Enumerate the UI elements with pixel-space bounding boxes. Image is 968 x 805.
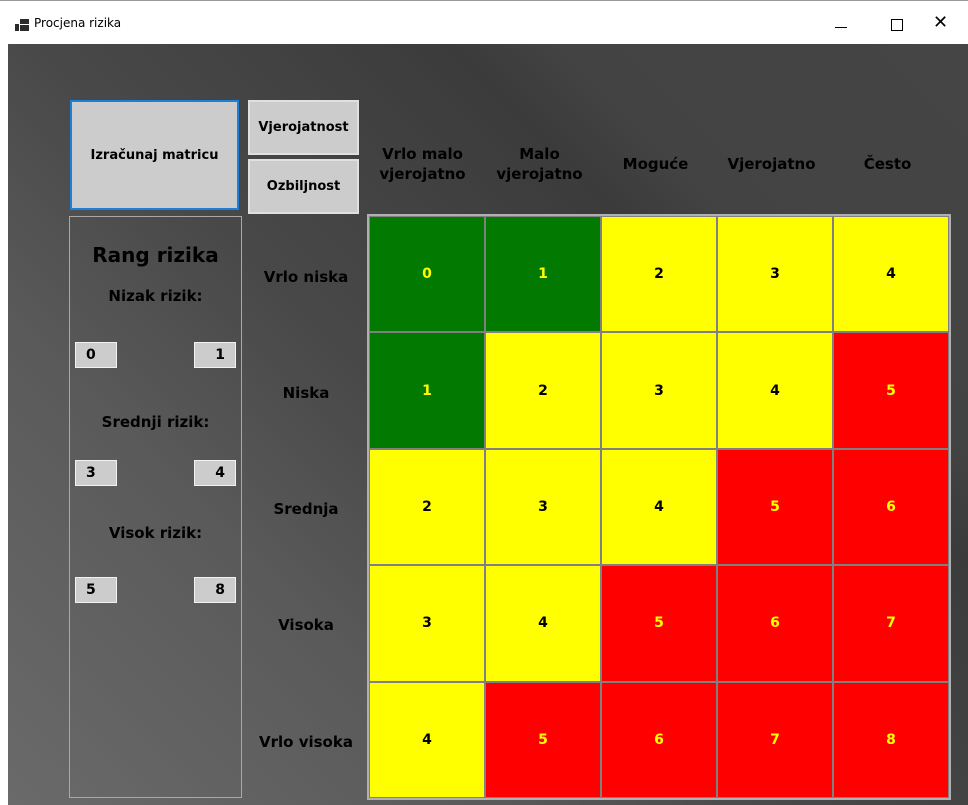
low-risk-label: Nizak rizik: [108,287,203,305]
row-header-high: Visoka [278,615,334,634]
column-header-often: Često [863,155,912,173]
matrix-cell[interactable]: 7 [717,681,833,798]
column-header-possible: Moguće [622,155,689,173]
matrix-cell[interactable]: 4 [601,448,717,566]
medium-risk-max-box[interactable]: 4 [194,460,236,486]
matrix-cell[interactable]: 5 [485,681,601,798]
risk-rank-panel: Rang rizika Nizak rizik: 0 1 Srednji riz… [69,216,242,798]
matrix-cell[interactable]: 5 [717,448,833,566]
matrix-cell[interactable]: 3 [485,448,601,566]
matrix-cell[interactable]: 7 [833,565,949,682]
matrix-cell[interactable]: 2 [601,216,717,333]
matrix-cell[interactable]: 5 [833,332,949,449]
matrix-cell[interactable]: 4 [369,681,485,798]
medium-risk-min-box[interactable]: 3 [75,460,117,486]
calculate-matrix-button[interactable]: Izračunaj matricu [70,100,239,210]
high-risk-label: Visok rizik: [108,524,203,542]
matrix-cell[interactable]: 1 [485,216,601,333]
matrix-cell[interactable]: 3 [369,565,485,682]
row-header-low: Niska [282,383,330,402]
column-header-unlikely: Malo vjerojatno [496,145,583,183]
low-risk-min-box[interactable]: 0 [75,342,117,368]
severity-button[interactable]: Ozbiljnost [248,159,359,214]
row-header-very-low: Vrlo niska [263,267,349,286]
matrix-cell[interactable]: 0 [369,216,485,333]
matrix-cell[interactable]: 2 [485,332,601,449]
column-header-very-unlikely: Vrlo malo vjerojatno [379,145,466,183]
high-risk-max-box[interactable]: 8 [194,577,236,603]
medium-risk-label: Srednji rizik: [101,413,210,431]
matrix-cell[interactable]: 5 [601,565,717,682]
matrix-cell[interactable]: 6 [601,681,717,798]
minimize-button[interactable] [818,9,864,41]
low-risk-max-box[interactable]: 1 [194,342,236,368]
matrix-cell[interactable]: 4 [833,216,949,333]
maximize-icon [891,19,903,31]
risk-rank-title: Rang rizika [92,243,219,267]
row-header-medium: Srednja [273,499,339,518]
matrix-cell[interactable]: 2 [369,448,485,566]
high-risk-min-box[interactable]: 5 [75,577,117,603]
matrix-cell[interactable]: 4 [717,332,833,449]
maximize-button[interactable] [874,9,920,41]
app-window-icon[interactable] [15,19,29,31]
close-icon: ✕ [933,12,949,33]
window-title: Procjena rizika [34,16,122,30]
row-header-very-high: Vrlo visoka [259,732,353,751]
matrix-cell[interactable]: 1 [369,332,485,449]
matrix-cell[interactable]: 6 [833,448,949,566]
matrix-cell[interactable]: 6 [717,565,833,682]
matrix-cell[interactable]: 3 [601,332,717,449]
risk-matrix-grid: 0123412345234563456745678 [367,214,951,800]
matrix-cell[interactable]: 4 [485,565,601,682]
title-bar: Procjena rizika ✕ [0,0,968,44]
matrix-cell[interactable]: 8 [833,681,949,798]
close-button[interactable]: ✕ [920,9,966,41]
main-area: Izračunaj matricu Vjerojatnost Ozbiljnos… [8,44,968,805]
matrix-cell[interactable]: 3 [717,216,833,333]
probability-button[interactable]: Vjerojatnost [248,100,359,155]
column-header-likely: Vjerojatno [727,155,816,173]
minimize-icon [835,27,847,28]
